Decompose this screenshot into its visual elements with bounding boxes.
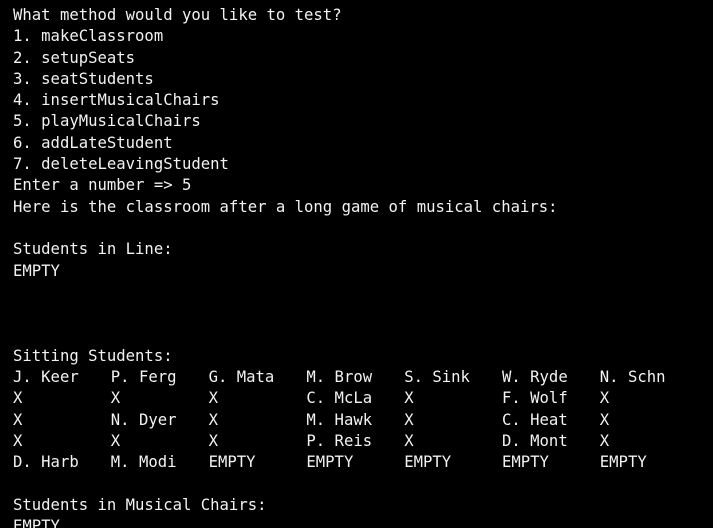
seat-cell: D. Harb <box>13 453 79 472</box>
seat-cell: EMPTY <box>306 453 354 472</box>
seat-cell: X <box>110 389 121 408</box>
seat-row: X N. Dyer X M. Hawk X C. Heat X <box>13 410 713 431</box>
seat-cell: X <box>208 410 218 429</box>
seat-row: X X X C. McLa X F. Wolf X <box>13 388 713 409</box>
seat-cell: X <box>404 389 414 408</box>
seat-cell: EMPTY <box>599 453 647 472</box>
menu-prompt: What method would you like to test? <box>13 6 342 24</box>
seat-cell: J. Keer <box>13 368 79 387</box>
menu-option-6: 6. addLateStudent <box>13 133 173 152</box>
seat-cell: EMPTY <box>208 453 256 472</box>
seat-row: D. Harb M. Modi EMPTY EMPTY EMPTY EMPTY … <box>13 452 713 473</box>
seat-cell: X <box>208 389 218 408</box>
students-in-line-heading: Students in Line: <box>13 240 173 259</box>
seat-cell: W. Ryde <box>501 368 568 387</box>
seat-row: J. Keer P. Ferg G. Mata M. Brow S. Sink … <box>13 367 713 388</box>
seat-cell: X <box>599 410 610 429</box>
seat-cell: X <box>599 389 610 408</box>
seat-cell: M. Modi <box>110 453 177 472</box>
number-entry-line: Enter a number => 5 <box>13 176 192 195</box>
seat-cell: N. Dyer <box>110 410 177 429</box>
seat-cell: D. Mont <box>501 431 568 450</box>
menu-option-4: 4. insertMusicalChairs <box>13 91 220 110</box>
menu-option-3: 3. seatStudents <box>13 69 154 88</box>
seat-cell: EMPTY <box>404 453 452 472</box>
seat-cell: N. Schn <box>599 368 666 387</box>
seat-row: X X X P. Reis X D. Mont X <box>13 431 713 452</box>
musical-chairs-value: EMPTY <box>13 517 60 528</box>
seat-cell: P. Ferg <box>110 368 177 387</box>
menu-option-1: 1. makeClassroom <box>13 27 164 46</box>
menu-option-2: 2. setupSeats <box>13 48 136 67</box>
menu-option-5: 5. playMusicalChairs <box>13 112 201 131</box>
seat-cell: G. Mata <box>208 368 275 387</box>
seat-cell: M. Hawk <box>306 410 373 429</box>
musical-chairs-heading: Students in Musical Chairs: <box>13 495 267 514</box>
result-header: Here is the classroom after a long game … <box>13 197 558 216</box>
seat-cell: X <box>208 431 218 450</box>
seat-cell: X <box>13 410 23 429</box>
seat-cell: C. Heat <box>501 410 568 429</box>
seat-cell: F. Wolf <box>501 389 568 408</box>
sitting-students-heading: Sitting Students: <box>13 346 173 365</box>
seat-cell: M. Brow <box>306 368 373 387</box>
seat-cell: X <box>13 431 23 450</box>
students-in-line-value: EMPTY <box>13 261 60 280</box>
seat-cell: X <box>110 431 121 450</box>
seat-cell: X <box>13 389 23 408</box>
seat-cell: X <box>599 431 610 450</box>
seat-cell: X <box>404 410 414 429</box>
seat-cell: X <box>404 431 414 450</box>
seat-cell: C. McLa <box>306 389 373 408</box>
menu-option-7: 7. deleteLeavingStudent <box>13 155 229 174</box>
terminal-window[interactable]: What method would you like to test? 1. m… <box>0 0 713 528</box>
seat-cell: P. Reis <box>306 431 373 450</box>
seat-cell: EMPTY <box>501 453 549 472</box>
seat-cell: S. Sink <box>404 368 470 387</box>
